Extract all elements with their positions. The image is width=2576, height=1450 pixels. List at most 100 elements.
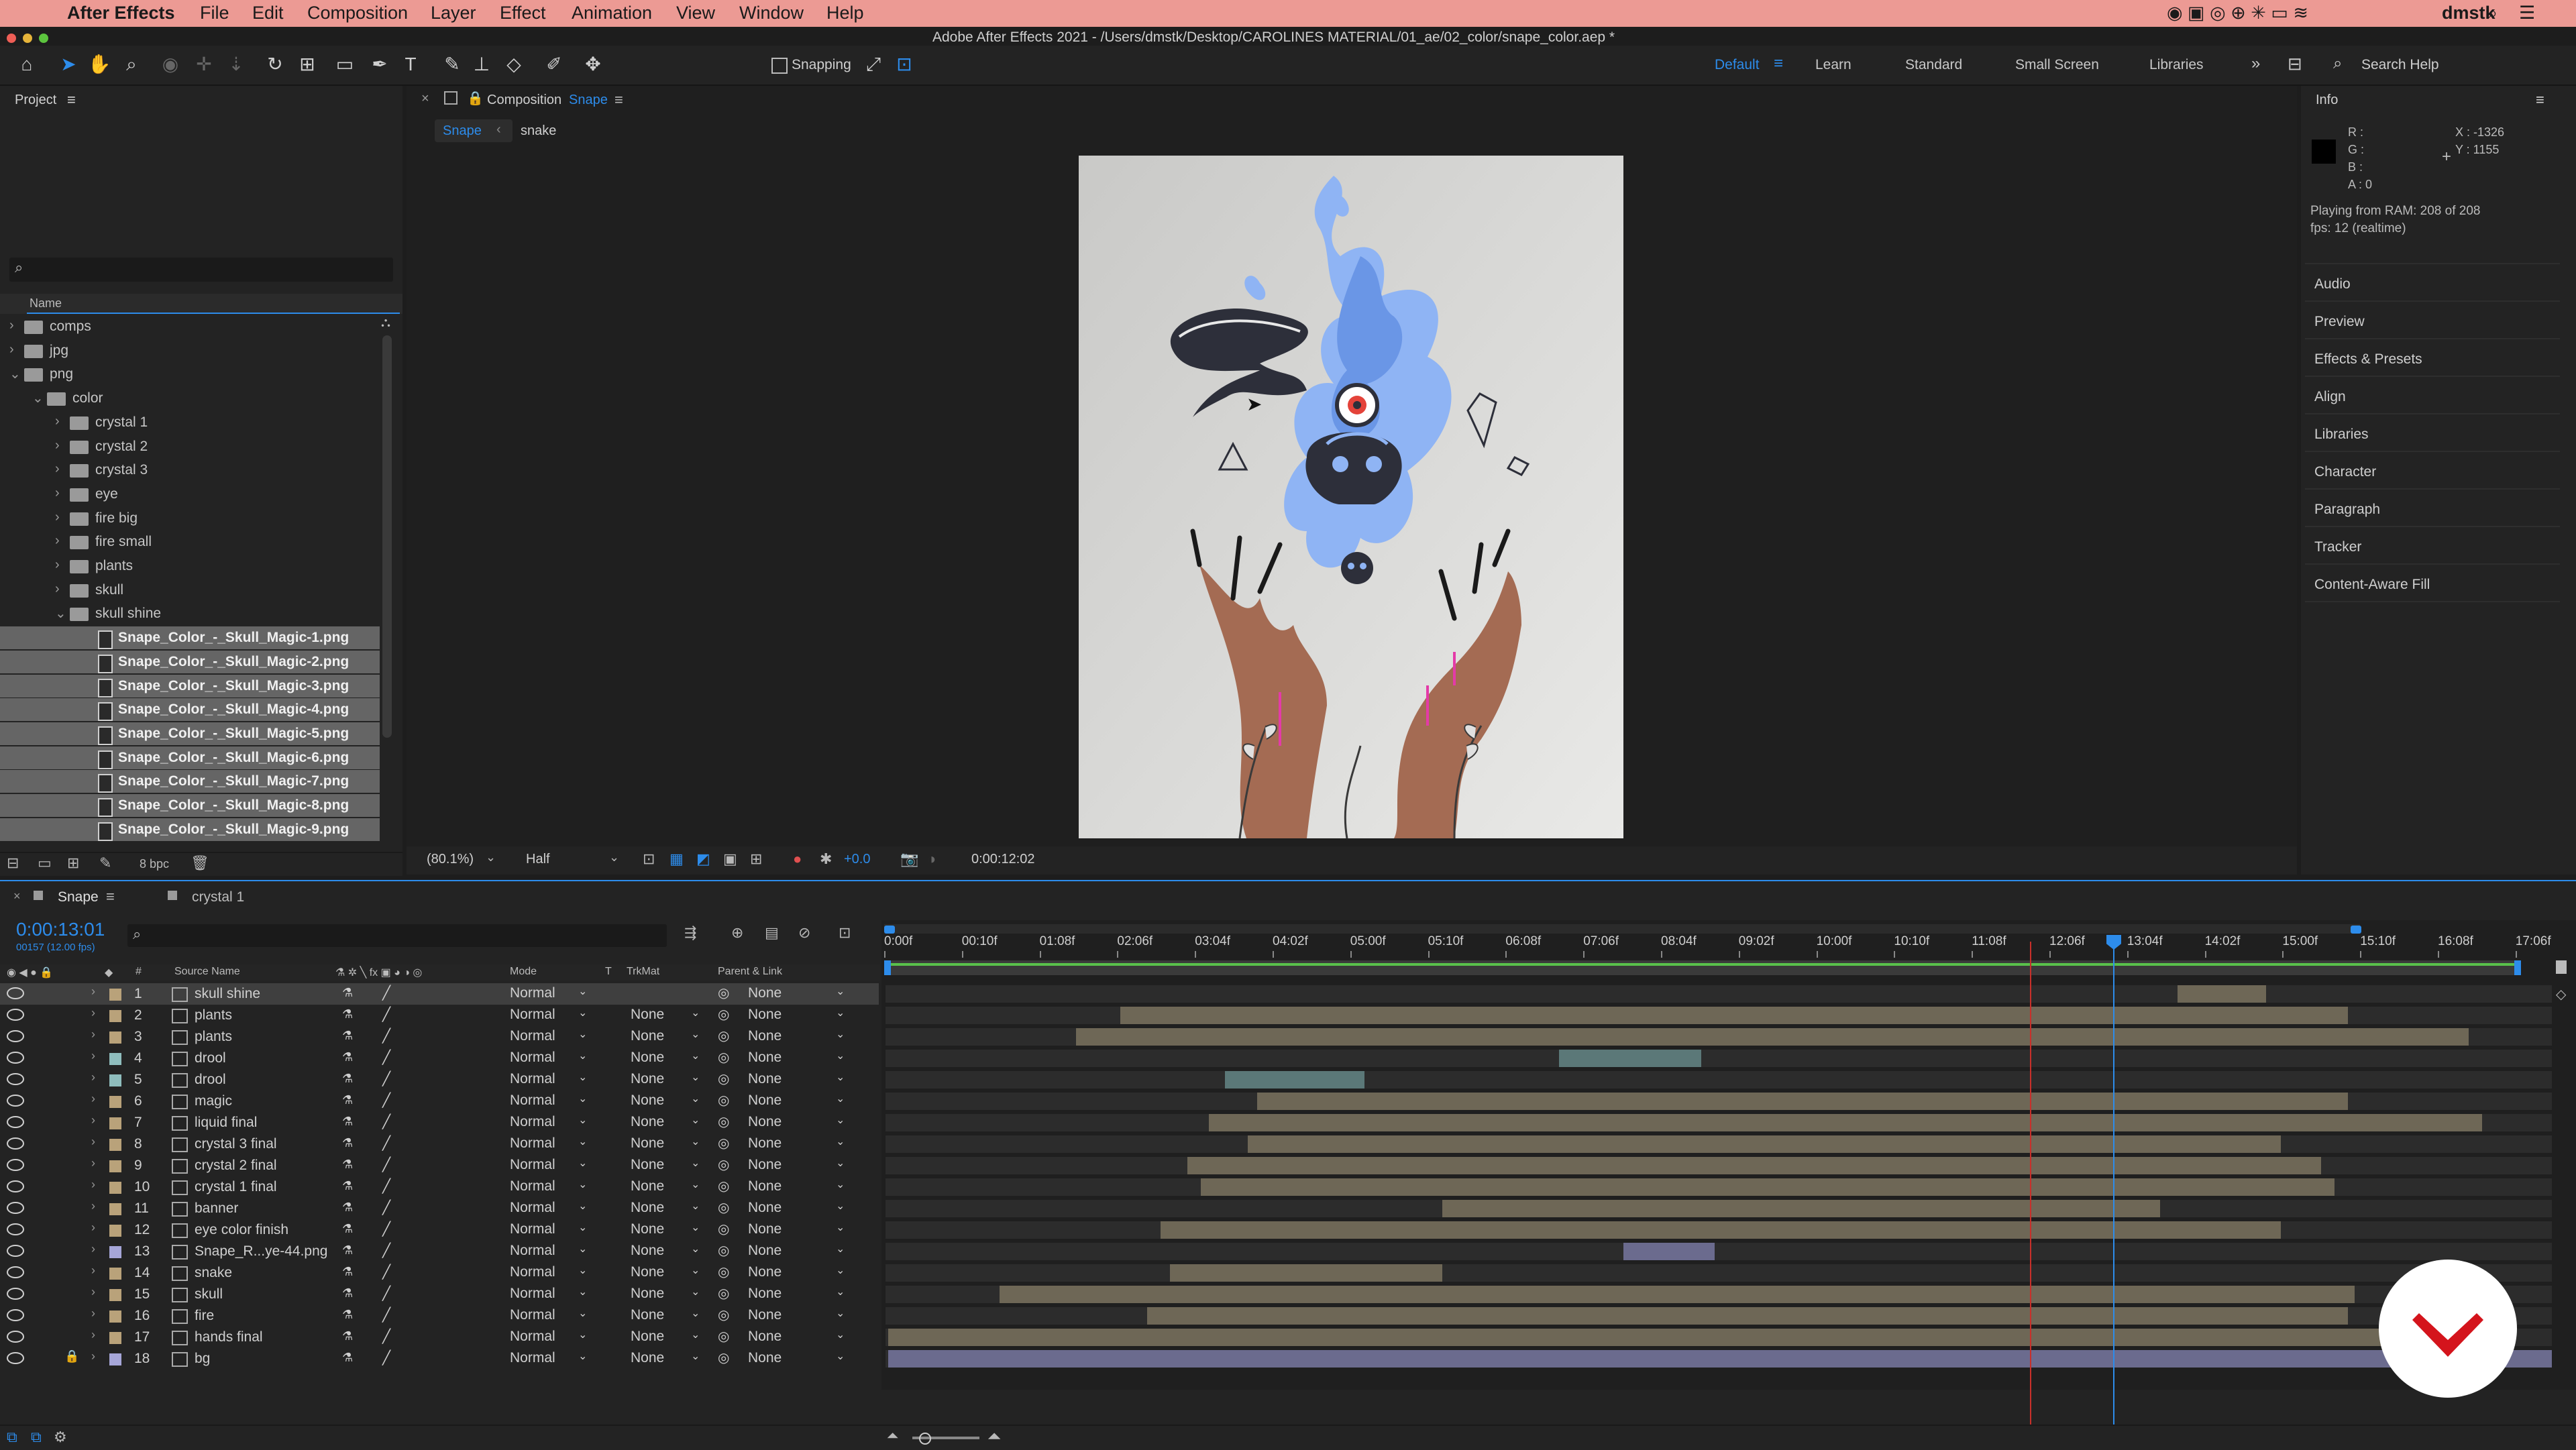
layer-duration-bar[interactable] [888, 1350, 2552, 1368]
label-color-swatch[interactable] [109, 989, 121, 1001]
workspace-learn[interactable]: Learn [1815, 57, 1851, 73]
visibility-eye-icon[interactable] [7, 1052, 24, 1064]
chevron-right-icon[interactable]: › [91, 1070, 95, 1084]
project-folder-row[interactable]: › skull [0, 579, 380, 602]
comp-canvas[interactable] [1079, 156, 1623, 838]
menu-layer[interactable]: Layer [431, 3, 476, 23]
menu-view[interactable]: View [676, 3, 715, 23]
panel-libraries[interactable]: Libraries [2314, 427, 2369, 443]
layer-row[interactable]: › 4 drool ⚗ ╱ Normal ⌄ None ⌄ ◎ None ⌄ [0, 1048, 879, 1069]
search-help-icon[interactable]: ⌕ [2333, 54, 2342, 73]
search-help-input[interactable]: Search Help [2361, 57, 2439, 73]
quality-switch-icon[interactable]: ╱ [382, 1178, 390, 1194]
layer-row[interactable]: › 7 liquid final ⚗ ╱ Normal ⌄ None ⌄ ◎ None ⌄ [0, 1112, 879, 1133]
close-tab-icon[interactable]: × [13, 889, 21, 903]
shy-switch-icon[interactable]: ⚗ [342, 1072, 353, 1086]
trkmat-dropdown[interactable]: None [631, 1178, 664, 1194]
visibility-eye-icon[interactable] [7, 1180, 24, 1192]
shy-switch-icon[interactable]: ⚗ [342, 1201, 353, 1215]
panel-effects-presets[interactable]: Effects & Presets [2314, 351, 2422, 368]
workspace-libraries[interactable]: Libraries [2149, 57, 2204, 73]
trkmat-dropdown[interactable]: None [631, 1221, 664, 1237]
timing-toggle-icon[interactable]: ⚙ [54, 1429, 67, 1446]
chevron-right-icon[interactable]: › [9, 318, 14, 333]
layer-row[interactable]: › 9 crystal 2 final ⚗ ╱ Normal ⌄ None ⌄ ◎ None ⌄ [0, 1155, 879, 1176]
pick-whip-icon[interactable]: ◎ [718, 1027, 729, 1044]
chevron-right-icon[interactable]: › [91, 1156, 95, 1170]
exposure-value[interactable]: +0.0 [844, 852, 870, 867]
quality-switch-icon[interactable]: ╱ [382, 1049, 390, 1066]
menu-animation[interactable]: Animation [572, 3, 652, 23]
blend-mode-dropdown[interactable]: Normal [510, 1007, 555, 1023]
workspace-standard[interactable]: Standard [1905, 57, 1962, 73]
layer-duration-bar[interactable] [1076, 1028, 2469, 1046]
current-timecode[interactable]: 0:00:13:01 [16, 919, 105, 940]
work-area-end[interactable] [2514, 960, 2521, 975]
blend-mode-dropdown[interactable]: Normal [510, 1264, 555, 1280]
work-area-start[interactable] [884, 960, 891, 975]
menu-help[interactable]: Help [826, 3, 864, 23]
quality-switch-icon[interactable]: ╱ [382, 1306, 390, 1323]
project-folder-row[interactable]: ⌄ skull shine [0, 602, 380, 625]
project-file-row[interactable]: Snape_Color_-_Skull_Magic-4.png [0, 698, 380, 722]
chevron-right-icon[interactable]: › [91, 1242, 95, 1256]
shy-switch-icon[interactable]: ⚗ [342, 1179, 353, 1193]
panel-audio[interactable]: Audio [2314, 276, 2351, 292]
parent-dropdown[interactable]: None [748, 1093, 782, 1109]
layer-duration-bar[interactable] [1147, 1307, 2348, 1325]
label-color-swatch[interactable] [109, 1268, 121, 1280]
quality-switch-icon[interactable]: ╱ [382, 1349, 390, 1366]
project-folder-row[interactable]: › fire small [0, 531, 380, 553]
label-color-swatch[interactable] [109, 1289, 121, 1301]
timeline-tab-snape[interactable]: Snape [58, 889, 99, 905]
render-icon[interactable]: ✎ [99, 854, 111, 872]
visibility-eye-icon[interactable] [7, 1288, 24, 1300]
trkmat-dropdown[interactable]: None [631, 1028, 664, 1044]
layer-duration-bar[interactable] [2178, 985, 2266, 1003]
layer-name[interactable]: plants [195, 1029, 232, 1045]
frame-blending-icon[interactable]: ⊘ [798, 924, 810, 942]
parent-dropdown[interactable]: None [748, 1050, 782, 1066]
blend-mode-dropdown[interactable]: Normal [510, 985, 555, 1001]
quality-switch-icon[interactable]: ╱ [382, 1006, 390, 1023]
selection-tool-icon[interactable]: ➤ [56, 52, 80, 76]
trkmat-dropdown[interactable]: None [631, 1050, 664, 1066]
label-color-swatch[interactable] [109, 1225, 121, 1237]
parent-dropdown[interactable]: None [748, 1329, 782, 1345]
blend-mode-dropdown[interactable]: Normal [510, 1178, 555, 1194]
layer-row[interactable]: 🔒 › 18 bg ⚗ ╱ Normal ⌄ None ⌄ ◎ None ⌄ [0, 1348, 879, 1370]
label-color-swatch[interactable] [109, 1010, 121, 1022]
parent-dropdown[interactable]: None [748, 1178, 782, 1194]
label-color-swatch[interactable] [109, 1332, 121, 1344]
chevron-right-icon[interactable]: › [55, 438, 60, 453]
trkmat-dropdown[interactable]: None [631, 1350, 664, 1366]
layer-name[interactable]: Snape_R...ye-44.png [195, 1243, 327, 1260]
layer-name[interactable]: fire [195, 1308, 214, 1324]
trkmat-dropdown[interactable]: None [631, 1264, 664, 1280]
project-folder-row[interactable]: › plants [0, 555, 380, 577]
parent-dropdown[interactable]: None [748, 1221, 782, 1237]
pick-whip-icon[interactable]: ◎ [718, 1242, 729, 1259]
mode-header[interactable]: Mode [510, 966, 537, 978]
pick-whip-icon[interactable]: ◎ [718, 1135, 729, 1152]
layer-name[interactable]: hands final [195, 1329, 263, 1345]
chevron-right-icon[interactable]: › [55, 414, 60, 429]
app-menu[interactable]: After Effects [67, 3, 175, 23]
layer-row[interactable]: › 2 plants ⚗ ╱ Normal ⌄ None ⌄ ◎ None ⌄ [0, 1005, 879, 1026]
anchor-tool-icon[interactable]: ⊞ [295, 52, 319, 76]
project-folder-row[interactable]: ⌄ color [0, 387, 380, 410]
menu-composition[interactable]: Composition [307, 3, 408, 23]
parent-dropdown[interactable]: None [748, 1071, 782, 1087]
layer-row[interactable]: › 14 snake ⚗ ╱ Normal ⌄ None ⌄ ◎ None ⌄ [0, 1262, 879, 1284]
comp-mini-flowchart-icon[interactable]: ⇶ [684, 924, 696, 942]
project-scrollbar[interactable] [382, 335, 392, 738]
visibility-eye-icon[interactable] [7, 1116, 24, 1128]
trkmat-dropdown[interactable]: None [631, 1200, 664, 1216]
shy-switch-icon[interactable]: ⚗ [342, 1050, 353, 1064]
shy-switch-icon[interactable]: ⚗ [342, 986, 353, 1000]
label-color-swatch[interactable] [109, 1117, 121, 1129]
visibility-eye-icon[interactable] [7, 1266, 24, 1278]
layer-duration-bar[interactable] [1442, 1200, 2160, 1217]
quality-switch-icon[interactable]: ╱ [382, 1328, 390, 1345]
resolution-dropdown[interactable]: Half [526, 852, 550, 867]
